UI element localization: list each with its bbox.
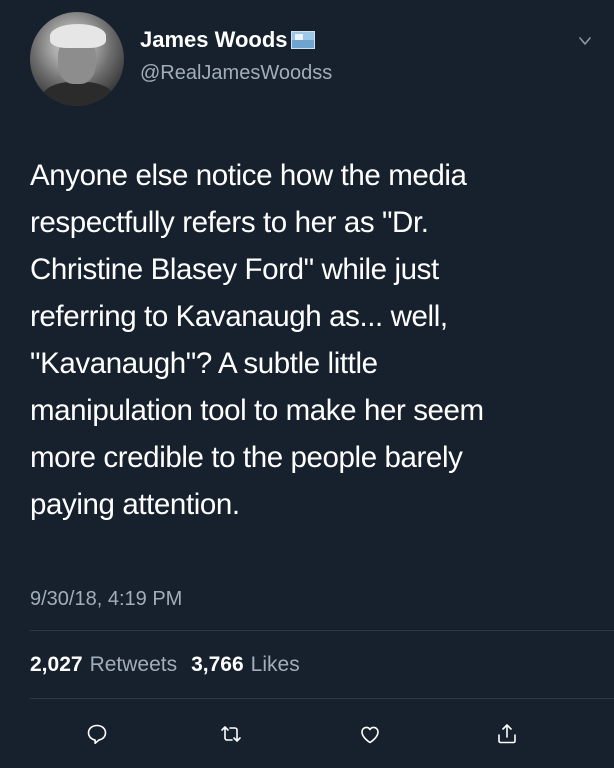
retweets-label[interactable]: Retweets (90, 653, 178, 677)
engagement-stats: 2,027 Retweets 3,766 Likes (30, 653, 314, 677)
user-handle[interactable]: @RealJamesWoodss (140, 62, 332, 85)
reply-button[interactable] (81, 718, 113, 750)
share-icon (498, 724, 516, 744)
divider (30, 630, 614, 631)
action-bar (0, 718, 614, 754)
tweet-line: "Kavanaugh"? A subtle little (30, 347, 378, 380)
display-name[interactable]: James Woods (140, 27, 288, 53)
tweet-line: Christine Blasey Ford" while just (30, 253, 439, 286)
share-button[interactable] (491, 718, 523, 750)
avatar[interactable] (30, 12, 124, 106)
tweet-line: respectfully refers to her as "Dr. (30, 206, 429, 239)
avatar-body (42, 82, 114, 106)
tweet-line: Anyone else notice how the media (30, 159, 467, 192)
like-button[interactable] (354, 718, 386, 750)
retweet-button[interactable] (215, 718, 247, 750)
avatar-hair (50, 24, 106, 48)
name-row: James Woods (140, 27, 315, 53)
like-icon (361, 726, 379, 744)
retweet-icon (221, 726, 241, 742)
tweet-line: manipulation tool to make her seem (30, 394, 484, 427)
likes-label[interactable]: Likes (251, 653, 300, 677)
tweet-timestamp[interactable]: 9/30/18, 4:19 PM (30, 588, 182, 611)
divider (30, 698, 614, 699)
tweet-text: Anyone else notice how the media respect… (30, 152, 590, 528)
tweet-line: more credible to the people barely (30, 441, 463, 474)
retweets-count[interactable]: 2,027 (30, 653, 83, 677)
flag-icon (290, 31, 315, 49)
reply-icon (87, 724, 107, 744)
likes-count[interactable]: 3,766 (191, 653, 244, 677)
tweet-card: James Woods @RealJamesWoodss Anyone else… (0, 0, 614, 768)
tweet-line: referring to Kavanaugh as... well, (30, 300, 448, 333)
tweet-line: paying attention. (30, 488, 240, 521)
chevron-down-icon[interactable] (578, 34, 592, 48)
